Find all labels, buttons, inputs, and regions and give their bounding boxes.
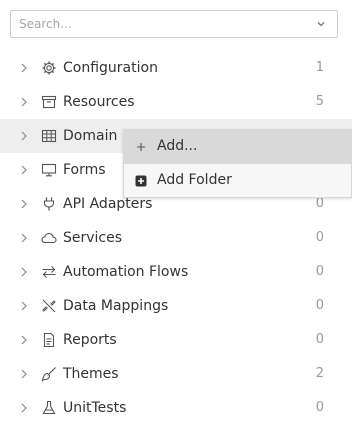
menu-item-add[interactable]: Add...: [124, 130, 351, 163]
tree-item-count: 0: [315, 230, 324, 245]
tree-item-unittests[interactable]: UnitTests 0: [0, 391, 352, 425]
chevron-right-icon[interactable]: [19, 198, 29, 210]
swap-arrows-icon: [41, 264, 57, 280]
archive-box-icon: [41, 94, 57, 110]
tree-item-data-mappings[interactable]: Data Mappings 0: [0, 289, 352, 323]
tree-item-label: Automation Flows: [63, 264, 189, 280]
tree-item-configuration[interactable]: Configuration 1: [0, 51, 352, 85]
cloud-icon: [41, 230, 57, 246]
tree-item-label: Reports: [63, 332, 117, 348]
tree-list: Configuration 1 Resources 5 Domain Forms…: [0, 51, 352, 425]
chevron-right-icon[interactable]: [19, 402, 29, 414]
tree-item-count: 1: [315, 60, 324, 75]
search-box[interactable]: [10, 10, 338, 38]
menu-item-label: Add Folder: [157, 172, 232, 188]
plus-icon: [135, 141, 147, 153]
monitor-icon: [41, 162, 57, 178]
tree-item-label: UnitTests: [63, 400, 127, 416]
chevron-right-icon[interactable]: [19, 96, 29, 108]
tree-item-label: Resources: [63, 94, 135, 110]
tree-item-count: 0: [315, 298, 324, 313]
table-grid-icon: [41, 128, 57, 144]
tree-item-themes[interactable]: Themes 2: [0, 357, 352, 391]
tree-item-label: Domain: [63, 128, 118, 144]
tree-item-automation-flows[interactable]: Automation Flows 0: [0, 255, 352, 289]
tree-item-label: Themes: [63, 366, 119, 382]
search-input[interactable]: [11, 11, 309, 37]
context-menu: Add... Add Folder: [123, 129, 352, 198]
tree-item-count: 0: [315, 264, 324, 279]
tree-item-count: 0: [315, 332, 324, 347]
tree-item-resources[interactable]: Resources 5: [0, 85, 352, 119]
chevron-right-icon[interactable]: [19, 300, 29, 312]
tree-item-count: 0: [315, 400, 324, 415]
unlink-icon: [41, 298, 57, 314]
menu-item-label: Add...: [157, 138, 198, 154]
tree-item-services[interactable]: Services 0: [0, 221, 352, 255]
tree-item-label: Forms: [63, 162, 106, 178]
tree-item-count: 5: [315, 94, 324, 109]
chevron-right-icon[interactable]: [19, 232, 29, 244]
chevron-right-icon[interactable]: [19, 130, 29, 142]
gear-icon: [41, 60, 57, 76]
menu-item-add-folder[interactable]: Add Folder: [124, 164, 351, 197]
tree-item-reports[interactable]: Reports 0: [0, 323, 352, 357]
brush-icon: [41, 366, 57, 382]
chevron-down-icon[interactable]: [315, 18, 327, 30]
chevron-right-icon[interactable]: [19, 334, 29, 346]
document-icon: [41, 332, 57, 348]
plug-icon: [41, 196, 57, 212]
tree-item-label: Services: [63, 230, 123, 246]
tree-item-label: Configuration: [63, 60, 158, 76]
chevron-right-icon[interactable]: [19, 368, 29, 380]
tree-item-label: Data Mappings: [63, 298, 169, 314]
tree-item-count: 2: [315, 366, 324, 381]
add-folder-icon: [135, 175, 147, 187]
chevron-right-icon[interactable]: [19, 62, 29, 74]
chevron-right-icon[interactable]: [19, 164, 29, 176]
chevron-right-icon[interactable]: [19, 266, 29, 278]
flask-icon: [41, 400, 57, 416]
